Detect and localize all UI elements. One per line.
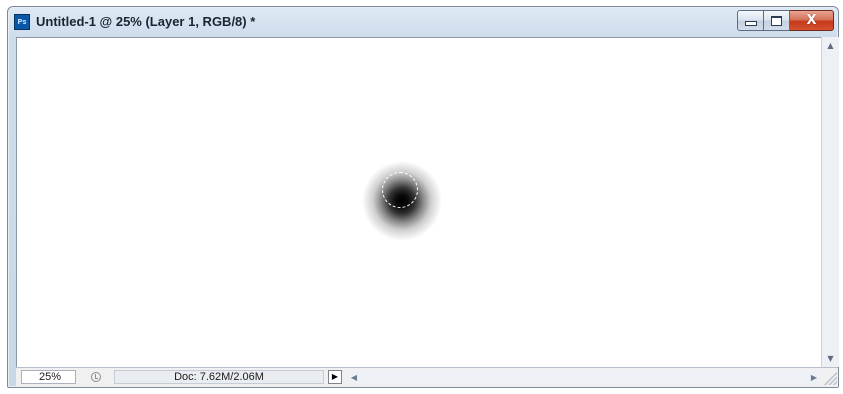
horizontal-scrollbar[interactable]: ◀ ▶ xyxy=(347,370,821,385)
clock-icon[interactable] xyxy=(84,370,108,384)
photoshop-icon: Ps xyxy=(14,14,30,30)
zoom-level-field[interactable]: 25% xyxy=(21,370,76,384)
doc-size-info: Doc: 7.62M/2.06M xyxy=(114,370,324,384)
document-window: Ps Untitled-1 @ 25% (Layer 1, RGB/8) * X… xyxy=(7,6,839,388)
close-icon: X xyxy=(806,13,817,28)
vertical-scrollbar[interactable]: ▲ ▼ xyxy=(821,37,839,367)
scroll-up-arrow-icon[interactable]: ▲ xyxy=(822,37,839,54)
scroll-left-arrow-icon[interactable]: ◀ xyxy=(347,370,361,385)
minimize-button[interactable] xyxy=(737,10,764,31)
window-title: Untitled-1 @ 25% (Layer 1, RGB/8) * xyxy=(36,14,256,29)
resize-grip-icon[interactable] xyxy=(823,370,837,385)
maximize-icon xyxy=(764,11,789,30)
scroll-right-arrow-icon[interactable]: ▶ xyxy=(807,370,821,385)
caption-buttons: X xyxy=(737,10,834,31)
document-canvas[interactable] xyxy=(16,37,821,368)
title-bar[interactable]: Ps Untitled-1 @ 25% (Layer 1, RGB/8) * X xyxy=(8,7,838,37)
maximize-button[interactable] xyxy=(764,10,790,31)
close-button[interactable]: X xyxy=(790,10,834,31)
minimize-icon xyxy=(738,11,763,30)
status-bar: 25% Doc: 7.62M/2.06M ▶ ◀ ▶ xyxy=(16,367,838,387)
scroll-down-arrow-icon[interactable]: ▼ xyxy=(822,350,839,367)
brush-cursor xyxy=(382,172,418,208)
status-menu-arrow-icon[interactable]: ▶ xyxy=(328,370,342,384)
